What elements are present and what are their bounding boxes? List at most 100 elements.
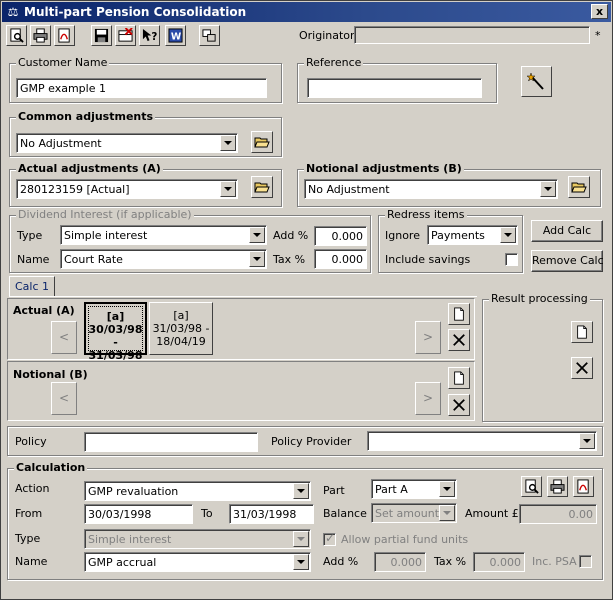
notional-adjustments-select[interactable]: No Adjustment xyxy=(304,179,558,199)
dividend-type-select[interactable]: Simple interest xyxy=(60,225,267,245)
dividend-add-input[interactable]: 0.000 xyxy=(314,226,367,246)
calc-balance-select[interactable]: Set amount xyxy=(371,503,457,523)
policy-provider-select[interactable] xyxy=(367,431,597,451)
window-title: Multi-part Pension Consolidation xyxy=(24,5,247,19)
calc-tax-input[interactable]: 0.000 xyxy=(473,552,525,572)
chevron-down-icon[interactable] xyxy=(220,181,236,197)
dividend-tax-input[interactable]: 0.000 xyxy=(314,249,367,269)
chevron-down-icon[interactable] xyxy=(579,433,595,449)
chevron-down-icon[interactable] xyxy=(293,483,309,499)
calc-preview-button[interactable] xyxy=(521,476,542,497)
result-new-button[interactable] xyxy=(571,321,593,343)
calc-to-label: To xyxy=(201,507,213,520)
common-adjustments-open-button[interactable] xyxy=(251,131,273,153)
calc-type-select[interactable]: Simple interest xyxy=(84,529,311,549)
common-adjustments-select[interactable]: No Adjustment xyxy=(16,133,238,153)
actual-next-button[interactable]: > xyxy=(415,321,441,354)
calc-part-value: Part A xyxy=(375,483,408,496)
calc-to-input[interactable]: 31/03/1998 xyxy=(229,504,314,524)
period-end: 18/04/19 xyxy=(156,335,206,348)
chevron-down-icon[interactable] xyxy=(500,227,516,243)
calc-amount-input[interactable]: 0.00 xyxy=(519,504,597,524)
remove-calc-button[interactable]: Remove Calc xyxy=(531,250,604,272)
delete-button[interactable] xyxy=(115,25,136,46)
redress-ignore-value: Payments xyxy=(431,229,485,242)
notional-adjustments-open-button[interactable] xyxy=(568,176,590,198)
inc-psa-checkbox[interactable] xyxy=(579,555,592,568)
redress-ignore-select[interactable]: Payments xyxy=(427,225,518,245)
customer-name-input[interactable]: GMP example 1 xyxy=(16,78,267,98)
calc-balance-value: Set amount xyxy=(375,507,440,520)
notional-next-button[interactable]: > xyxy=(415,382,441,415)
calc-add-input[interactable]: 0.000 xyxy=(374,552,426,572)
save-icon xyxy=(94,28,109,43)
calc-name-select[interactable]: GMP accrual xyxy=(84,552,311,572)
calc-from-input[interactable]: 30/03/1998 xyxy=(84,504,193,524)
common-adjustments-label: Common adjustments xyxy=(16,110,156,123)
chevron-down-icon[interactable] xyxy=(439,505,455,521)
chevron-down-icon[interactable] xyxy=(293,531,309,547)
policy-provider-label: Policy Provider xyxy=(271,435,352,448)
print-preview-button[interactable] xyxy=(6,25,27,46)
actual-prev-button[interactable]: < xyxy=(51,321,77,354)
word-button[interactable]: W xyxy=(165,25,186,46)
actual-adjustments-open-button[interactable] xyxy=(251,176,273,198)
result-processing-label: Result processing xyxy=(489,292,590,305)
app-window: ⚖ Multi-part Pension Consolidation x ? W… xyxy=(0,0,613,600)
allow-partial-checkbox[interactable] xyxy=(323,531,336,546)
tab-calc-1[interactable]: Calc 1 xyxy=(9,276,55,297)
notional-new-button[interactable] xyxy=(448,367,470,389)
notional-remove-button[interactable] xyxy=(448,394,470,416)
pdf-icon xyxy=(58,28,70,43)
originator-field[interactable] xyxy=(354,26,590,44)
preview-icon xyxy=(525,479,539,494)
reference-input[interactable] xyxy=(307,78,482,98)
print-button[interactable] xyxy=(30,25,51,46)
policy-input[interactable] xyxy=(84,432,258,452)
folder-open-icon xyxy=(571,182,587,193)
chevron-down-icon[interactable] xyxy=(249,251,265,267)
calc-amount-label: Amount £ xyxy=(465,507,519,520)
dividend-type-label: Type xyxy=(17,229,43,242)
notional-section-label: Notional (B) xyxy=(13,368,88,381)
redress-ignore-label: Ignore xyxy=(385,229,420,242)
add-calc-button[interactable]: Add Calc xyxy=(531,220,603,242)
actual-remove-button[interactable] xyxy=(448,329,470,351)
chevron-down-icon[interactable] xyxy=(540,181,556,197)
calc-part-label: Part xyxy=(323,484,345,497)
include-savings-checkbox[interactable] xyxy=(505,253,518,266)
actual-period-1-button[interactable]: [a] 30/03/98 - 31/03/98 xyxy=(84,302,147,362)
calc-tax-label: Tax % xyxy=(434,555,467,568)
calc-print-button[interactable] xyxy=(547,476,568,497)
wizard-button[interactable] xyxy=(521,66,552,97)
title-bar: ⚖ Multi-part Pension Consolidation x xyxy=(2,2,611,22)
calc-pdf-button[interactable] xyxy=(573,476,594,497)
redress-items-label: Redress items xyxy=(385,208,467,221)
windows-button[interactable] xyxy=(199,25,220,46)
pdf-button[interactable] xyxy=(54,25,75,46)
notional-prev-button[interactable]: < xyxy=(51,382,77,415)
svg-text:?: ? xyxy=(151,31,157,43)
calc-action-label: Action xyxy=(15,482,50,495)
calc-part-select[interactable]: Part A xyxy=(371,479,457,499)
chevron-down-icon[interactable] xyxy=(293,554,309,570)
calculation-label: Calculation xyxy=(14,461,88,474)
calc-action-select[interactable]: GMP revaluation xyxy=(84,481,311,501)
chevron-down-icon[interactable] xyxy=(249,227,265,243)
result-remove-button[interactable] xyxy=(571,357,593,379)
dividend-tax-label: Tax % xyxy=(273,253,306,266)
customer-name-label: Customer Name xyxy=(16,56,110,69)
actual-period-2-button[interactable]: [a] 31/03/98 - 18/04/19 xyxy=(149,302,213,355)
actual-adjustments-select[interactable]: 280123159 [Actual] xyxy=(16,179,238,199)
magic-wand-icon xyxy=(526,71,544,90)
svg-text:W: W xyxy=(171,31,182,42)
save-button[interactable] xyxy=(91,25,112,46)
dividend-type-value: Simple interest xyxy=(64,229,148,242)
close-button[interactable]: x xyxy=(591,4,608,19)
calc-type-label: Type xyxy=(15,532,41,545)
chevron-down-icon[interactable] xyxy=(220,135,236,151)
actual-new-button[interactable] xyxy=(448,303,470,325)
chevron-down-icon[interactable] xyxy=(439,481,455,497)
context-help-button[interactable]: ? xyxy=(139,25,160,46)
dividend-name-select[interactable]: Court Rate xyxy=(60,249,267,269)
